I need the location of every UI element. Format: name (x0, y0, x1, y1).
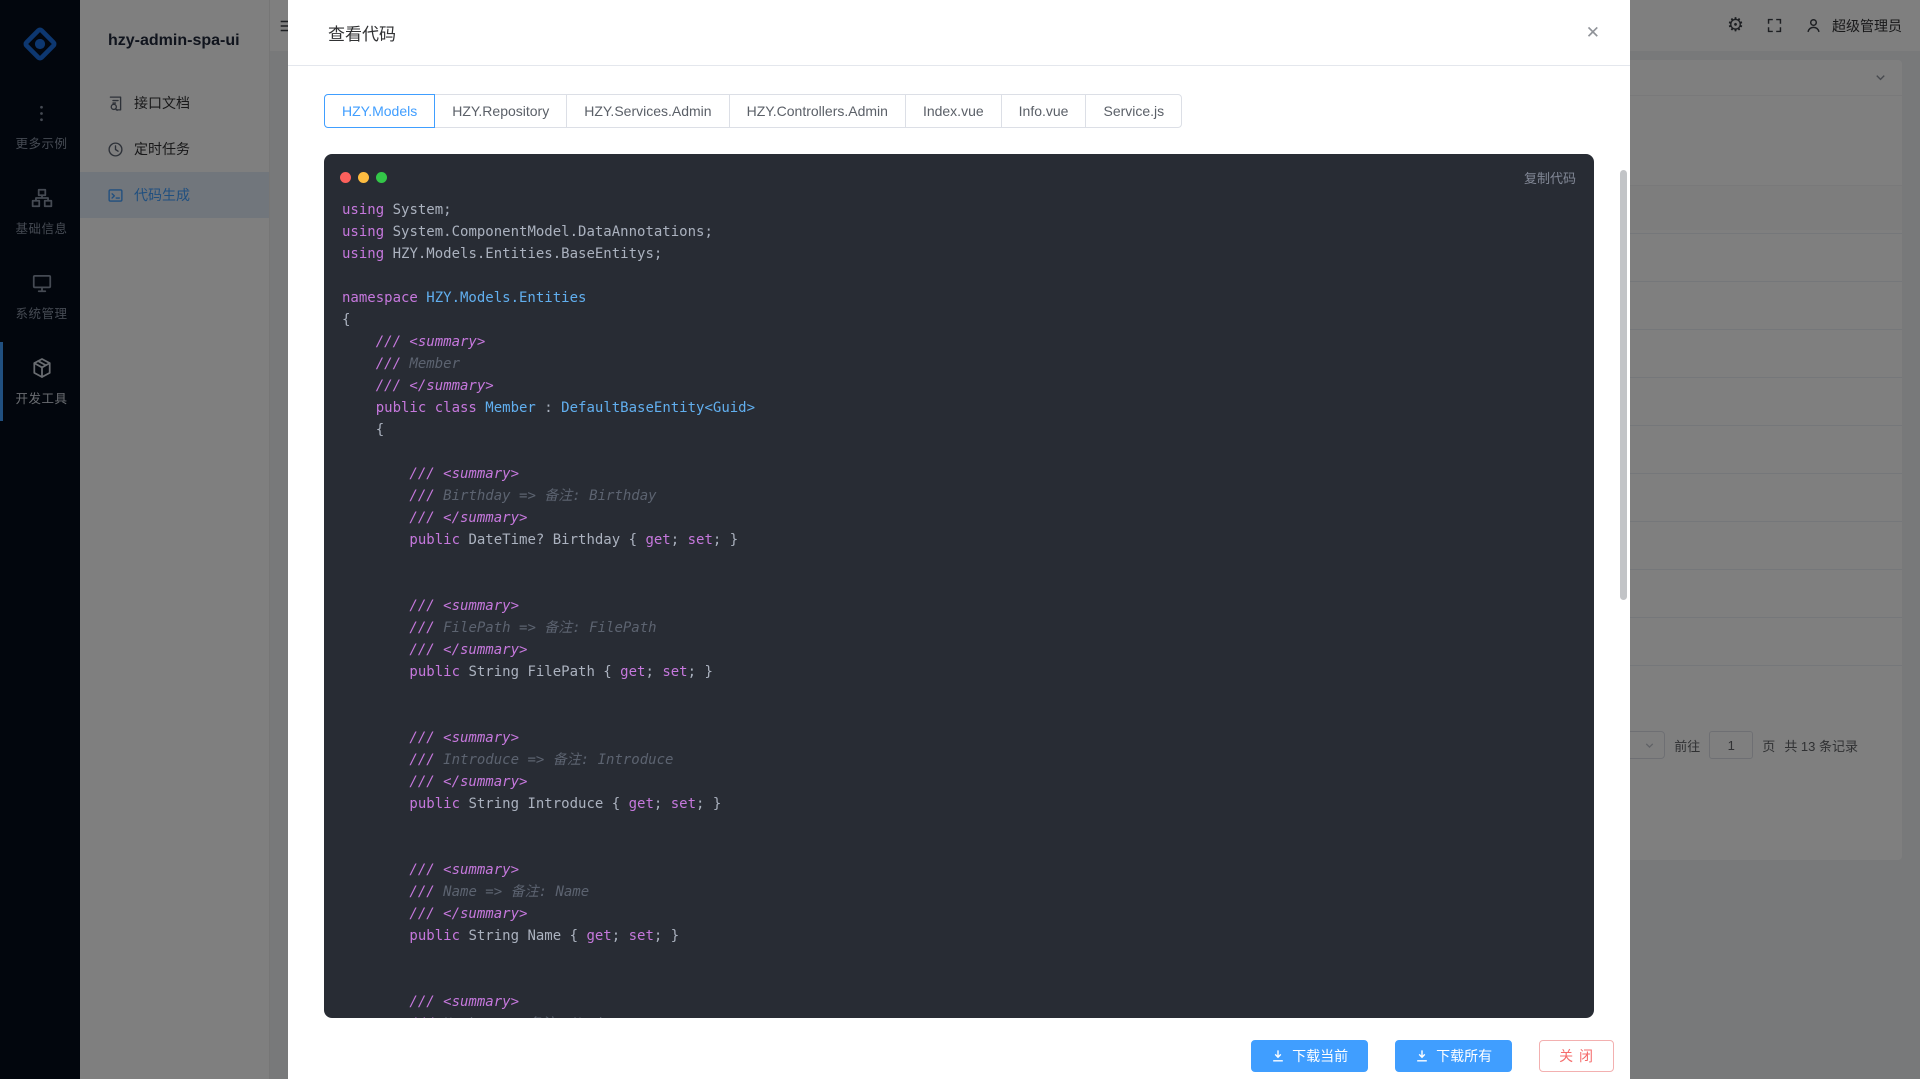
code-line: /// </summary> (342, 903, 1576, 925)
tab-hzy-controllers-admin[interactable]: HZY.Controllers.Admin (729, 94, 906, 128)
window-dots-icon (340, 172, 387, 183)
code-line: /// <summary> (342, 859, 1576, 881)
code-line (342, 265, 1576, 287)
code-line (342, 705, 1576, 727)
code-line: public DateTime? Birthday { get; set; } (342, 529, 1576, 551)
code-line: /// FilePath => 备注: FilePath (342, 617, 1576, 639)
code-line: /// <summary> (342, 463, 1576, 485)
tab-hzy-repository[interactable]: HZY.Repository (434, 94, 567, 128)
code-line: /// Introduce => 备注: Introduce (342, 749, 1576, 771)
code-line (342, 837, 1576, 859)
tab-hzy-models[interactable]: HZY.Models (324, 94, 435, 128)
code-line: /// Number => 备注: Number (342, 1013, 1576, 1018)
dialog-body: HZY.ModelsHZY.RepositoryHZY.Services.Adm… (288, 66, 1630, 1018)
tab-index-vue[interactable]: Index.vue (905, 94, 1002, 128)
red-dot-icon (340, 172, 351, 183)
code-line: /// <summary> (342, 727, 1576, 749)
code-line: /// <summary> (342, 331, 1576, 353)
code-line (342, 815, 1576, 837)
code-line (342, 551, 1576, 573)
tab-service-js[interactable]: Service.js (1085, 94, 1182, 128)
view-code-dialog: 查看代码 ✕ HZY.ModelsHZY.RepositoryHZY.Servi… (288, 0, 1630, 1079)
code-line (342, 969, 1576, 991)
code-line: public String Name { get; set; } (342, 925, 1576, 947)
code-window-header: 复制代码 (324, 154, 1594, 187)
download-current-label: 下载当前 (1292, 1046, 1348, 1066)
code-line: /// </summary> (342, 375, 1576, 397)
dialog-footer: 下载当前 下载所有 关 闭 (288, 1032, 1630, 1079)
dialog-header: 查看代码 ✕ (288, 0, 1630, 66)
code-line (342, 683, 1576, 705)
code-line: /// <summary> (342, 595, 1576, 617)
code-window: 复制代码 using System;using System.Component… (324, 154, 1594, 1018)
code-line: public class Member : DefaultBaseEntity<… (342, 397, 1576, 419)
close-icon[interactable]: ✕ (1582, 19, 1604, 47)
code-line: { (342, 419, 1576, 441)
code-line: /// </summary> (342, 639, 1576, 661)
code-line (342, 947, 1576, 969)
code-line: /// Name => 备注: Name (342, 881, 1576, 903)
download-all-button[interactable]: 下载所有 (1395, 1040, 1512, 1072)
modal-scrollbar[interactable] (1620, 170, 1627, 600)
code-line: public String Introduce { get; set; } (342, 793, 1576, 815)
code-line: /// <summary> (342, 991, 1576, 1013)
code-line: public String FilePath { get; set; } (342, 661, 1576, 683)
download-icon (1271, 1049, 1285, 1063)
close-dialog-button[interactable]: 关 闭 (1539, 1040, 1614, 1072)
download-current-button[interactable]: 下载当前 (1251, 1040, 1368, 1072)
code-line (342, 441, 1576, 463)
code-line: using HZY.Models.Entities.BaseEntitys; (342, 243, 1576, 265)
code-line: using System.ComponentModel.DataAnnotati… (342, 221, 1576, 243)
code-line: /// Birthday => 备注: Birthday (342, 485, 1576, 507)
code-line (342, 573, 1576, 595)
code-line: /// Member (342, 353, 1576, 375)
code-line: { (342, 309, 1576, 331)
code-line: /// </summary> (342, 507, 1576, 529)
code-file-tabs: HZY.ModelsHZY.RepositoryHZY.Services.Adm… (324, 94, 1594, 128)
download-icon (1415, 1049, 1429, 1063)
code-line: /// </summary> (342, 771, 1576, 793)
yellow-dot-icon (358, 172, 369, 183)
copy-code-button[interactable]: 复制代码 (1524, 168, 1576, 187)
code-line: using System; (342, 199, 1576, 221)
green-dot-icon (376, 172, 387, 183)
code-line: namespace HZY.Models.Entities (342, 287, 1576, 309)
dialog-title: 查看代码 (328, 20, 396, 45)
code-content: using System;using System.ComponentModel… (324, 187, 1594, 1018)
download-all-label: 下载所有 (1436, 1046, 1492, 1066)
tab-info-vue[interactable]: Info.vue (1001, 94, 1087, 128)
tab-hzy-services-admin[interactable]: HZY.Services.Admin (566, 94, 729, 128)
